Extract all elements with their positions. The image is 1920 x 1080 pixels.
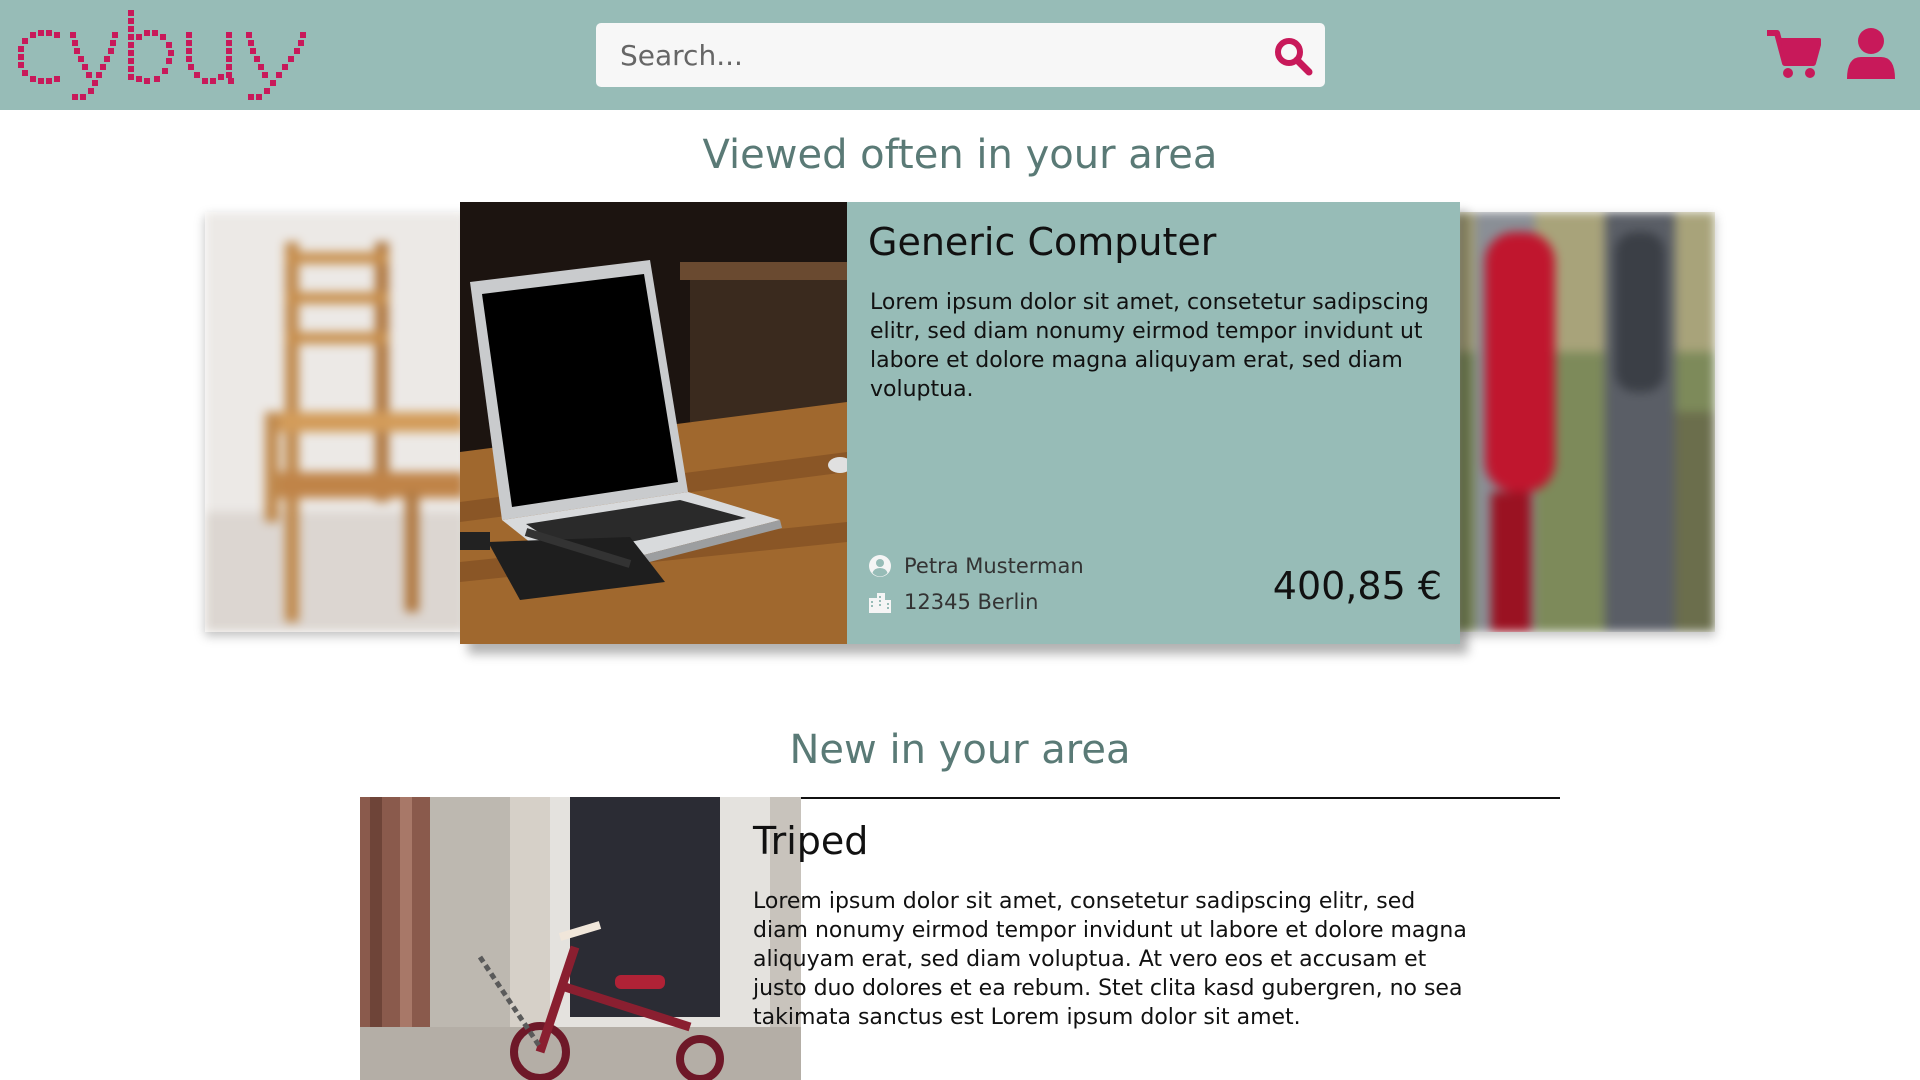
location-info: 12345 Berlin — [868, 590, 1038, 614]
seller-name: Petra Musterman — [904, 554, 1084, 578]
top-bar — [0, 0, 1920, 110]
search-bar — [596, 23, 1325, 87]
logo-graphic — [18, 10, 306, 100]
location-text: 12345 Berlin — [904, 590, 1039, 614]
product-title[interactable]: Generic Computer — [868, 220, 1216, 264]
chair-image — [205, 212, 465, 632]
new-product-card[interactable]: Triped Lorem ipsum dolor sit amet, conse… — [360, 797, 1560, 1080]
product-price: 400,85 € — [1272, 564, 1442, 608]
cybuy-logo[interactable] — [16, 8, 316, 104]
tricycle-image — [360, 797, 801, 1080]
featured-product-info: Generic Computer Lorem ipsum dolor sit a… — [847, 202, 1460, 644]
new-product-title[interactable]: Triped — [753, 819, 868, 863]
carousel-next-item[interactable] — [1455, 212, 1715, 632]
new-product-description: Lorem ipsum dolor sit amet, consetetur s… — [753, 889, 1467, 1030]
seller-info: Petra Musterman — [868, 554, 1084, 578]
user-circle-icon — [868, 554, 892, 578]
featured-product-card[interactable]: Generic Computer Lorem ipsum dolor sit a… — [460, 202, 1460, 644]
search-input[interactable] — [596, 23, 1246, 87]
search-icon[interactable] — [1273, 36, 1313, 76]
product-description: Lorem ipsum dolor sit amet, consetetur s… — [870, 290, 1429, 402]
carousel-prev-item[interactable] — [205, 212, 465, 632]
user-icon[interactable] — [1845, 27, 1897, 81]
pocket-knife-image — [1455, 212, 1715, 632]
city-icon — [868, 590, 892, 614]
laptop-image — [460, 202, 847, 644]
new-in-area-heading: New in your area — [789, 727, 1131, 773]
viewed-often-heading: Viewed often in your area — [702, 132, 1218, 178]
cart-icon[interactable] — [1765, 27, 1822, 81]
